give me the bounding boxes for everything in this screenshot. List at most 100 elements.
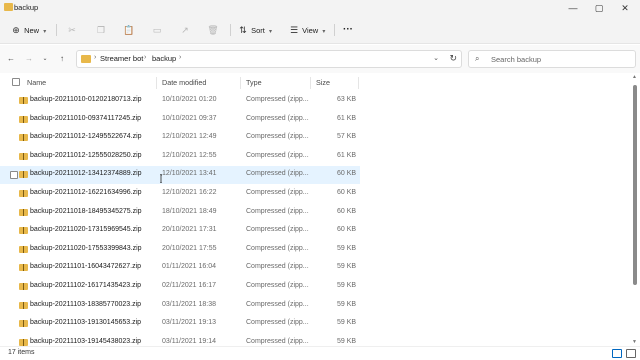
chevron-right-icon[interactable]: › <box>179 54 181 61</box>
zip-file-icon <box>19 245 28 253</box>
chevron-right-icon[interactable]: › <box>144 54 146 61</box>
column-resize-handle[interactable] <box>358 77 359 89</box>
details-view-icon[interactable] <box>612 349 622 358</box>
toolbar-divider <box>230 24 231 36</box>
forward-button[interactable]: → <box>23 52 35 66</box>
item-count: 17 items <box>8 349 35 356</box>
recent-locations-button[interactable]: ⌄ <box>39 52 51 66</box>
file-name: backup-20211018-18495345275.zip <box>30 207 142 215</box>
back-button[interactable]: ← <box>5 52 17 66</box>
breadcrumb-streamer-bot[interactable]: Streamer bot <box>100 54 143 63</box>
chevron-right-icon[interactable]: › <box>94 54 96 61</box>
file-row[interactable]: backup-20211012-16221634996.zip 12/10/202… <box>0 185 360 203</box>
paste-button[interactable]: 📋 <box>123 21 135 39</box>
file-date-modified: 12/10/2021 13:41 <box>162 170 217 178</box>
rename-button[interactable]: ▭ <box>151 21 163 39</box>
command-bar: ⊕ New ▾ ✂ ❐ 📋 ▭ ↗ 🗑 ⇅ Sort ▾ ☰ View ▾ ··… <box>0 16 640 44</box>
chevron-down-icon: ▾ <box>268 29 272 35</box>
file-date-modified: 10/10/2021 01:20 <box>162 96 217 103</box>
file-row[interactable]: backup-20211010-01202180713.zip 10/10/202… <box>0 92 360 110</box>
search-box[interactable]: ⌕ <box>468 50 636 68</box>
copy-button[interactable]: ❐ <box>95 21 107 39</box>
address-dropdown-button[interactable]: ⌄ <box>433 54 439 62</box>
share-button[interactable]: ↗ <box>179 21 191 39</box>
file-row[interactable]: backup-20211020-17553399843.zip 20/10/202… <box>0 241 360 259</box>
file-size: 59 KB <box>337 319 357 327</box>
refresh-button[interactable]: ↻ <box>449 53 457 64</box>
file-row[interactable]: backup-20211102-16171435423.zip 02/11/202… <box>0 278 360 296</box>
sort-icon: ⇅ <box>239 25 247 35</box>
status-bar: 17 items <box>0 346 640 360</box>
cut-button[interactable]: ✂ <box>66 21 78 39</box>
file-type: Compressed (zipp... <box>246 96 309 103</box>
view-button[interactable]: ☰ View ▾ <box>288 21 325 39</box>
sort-ascending-icon: ^ <box>83 73 86 77</box>
file-name: backup-20211102-16171435423.zip <box>30 282 142 289</box>
column-header-name[interactable]: Name <box>27 75 46 91</box>
column-header-date-modified[interactable]: Date modified <box>162 75 206 91</box>
file-row[interactable]: backup-20211020-17315969545.zip 20/10/202… <box>0 222 360 240</box>
column-resize-handle[interactable] <box>240 77 241 89</box>
file-row[interactable]: backup-20211103-19130145653.zip 03/11/202… <box>0 315 360 333</box>
file-date-modified: 12/10/2021 12:55 <box>162 151 217 159</box>
close-button[interactable]: ✕ <box>612 0 638 16</box>
file-type: Compressed (zipp... <box>246 263 309 271</box>
view-label: View <box>302 26 319 35</box>
file-size: 59 KB <box>337 300 357 308</box>
file-name: backup-20211103-19145438023.zip <box>30 337 142 345</box>
zip-file-icon <box>19 320 28 328</box>
row-checkbox[interactable] <box>10 171 18 180</box>
zip-file-icon <box>19 171 28 179</box>
delete-button[interactable]: 🗑 <box>207 21 219 39</box>
zip-file-icon <box>19 97 28 104</box>
vertical-scrollbar[interactable]: ▲ ▼ <box>630 73 640 346</box>
zip-file-icon <box>19 338 28 346</box>
scroll-down-icon[interactable]: ▼ <box>632 339 637 345</box>
file-row[interactable]: backup-20211103-19145438023.zip 03/11/202… <box>0 334 360 346</box>
file-type: Compressed (zipp... <box>246 300 309 308</box>
select-all-checkbox[interactable] <box>12 78 20 86</box>
minimize-button[interactable]: — <box>560 0 586 16</box>
file-date-modified: 03/11/2021 18:38 <box>162 300 216 308</box>
new-button[interactable]: ⊕ New ▾ <box>10 21 46 39</box>
file-row[interactable]: backup-20211012-12495522674.zip 12/10/202… <box>0 129 360 147</box>
sort-button[interactable]: ⇅ Sort ▾ <box>237 21 272 39</box>
scrollbar-thumb[interactable] <box>633 85 637 285</box>
file-size: 59 KB <box>337 244 357 252</box>
file-name: backup-20211103-19130145653.zip <box>30 319 142 327</box>
column-header-type[interactable]: Type <box>246 75 262 91</box>
up-button[interactable]: ↑ <box>56 52 68 66</box>
share-icon: ↗ <box>181 25 189 35</box>
file-type: Compressed (zipp... <box>246 114 309 122</box>
file-row[interactable]: backup-20211101-16043472627.zip 01/11/202… <box>0 259 360 277</box>
zip-file-icon <box>19 134 28 142</box>
more-options-button[interactable]: ··· <box>343 21 353 39</box>
address-bar[interactable]: › Streamer bot › backup › ⌄ ↻ <box>76 50 462 68</box>
file-row[interactable]: backup-20211010-09374117245.zip 10/10/202… <box>0 111 360 129</box>
file-name: backup-20211010-01202180713.zip <box>30 96 142 103</box>
sort-label: Sort <box>251 26 265 35</box>
search-input[interactable] <box>491 53 631 66</box>
file-row[interactable]: backup-20211012-12555028250.zip 12/10/202… <box>0 148 360 166</box>
maximize-button[interactable]: ▢ <box>586 0 612 16</box>
trash-icon: 🗑 <box>207 25 219 35</box>
file-row[interactable]: backup-20211018-18495345275.zip 18/10/202… <box>0 204 360 222</box>
file-type: Compressed (zipp... <box>246 133 309 141</box>
chevron-down-icon: ▾ <box>322 29 326 35</box>
file-date-modified: 03/11/2021 19:13 <box>162 319 216 327</box>
file-size: 59 KB <box>337 337 357 345</box>
column-resize-handle[interactable] <box>310 77 311 89</box>
file-row[interactable]: backup-20211103-18385770023.zip 03/11/202… <box>0 297 360 315</box>
file-row[interactable]: backup-20211012-13412374889.zip 12/10/202… <box>0 166 360 185</box>
folder-icon <box>81 55 91 63</box>
column-resize-handle[interactable] <box>156 77 157 89</box>
column-header-size[interactable]: Size <box>316 75 330 91</box>
clipboard-icon: 📋 <box>123 25 135 35</box>
file-type: Compressed (zipp... <box>246 170 309 178</box>
tiles-view-icon[interactable] <box>626 349 636 358</box>
file-size: 60 KB <box>337 189 357 196</box>
file-type: Compressed (zipp... <box>246 337 309 345</box>
breadcrumb-backup[interactable]: backup <box>152 54 176 63</box>
file-name: backup-20211012-12495522674.zip <box>30 133 142 141</box>
scroll-up-icon[interactable]: ▲ <box>632 74 637 80</box>
